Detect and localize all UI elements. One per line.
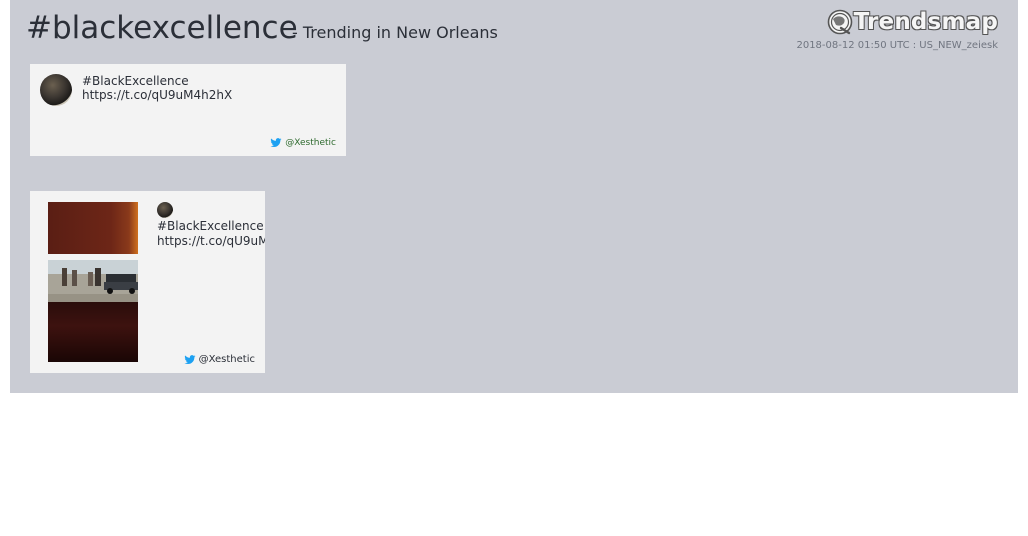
tweet-link[interactable]: https://t.co/qU9uM4h2hX (82, 88, 232, 102)
tweet-author[interactable]: @Xesthetic (270, 138, 336, 148)
media-scene-drawing (48, 260, 138, 302)
tweet-hashtag[interactable]: #BlackExcellence (157, 219, 265, 234)
tweet-link[interactable]: https://t.co/qU9uM4h2hX (157, 234, 265, 249)
tweet-hashtag[interactable]: #BlackExcellence (82, 74, 232, 88)
tweet-text: #BlackExcellence https://t.co/qU9uM4h2hX (82, 74, 232, 102)
media-frame-scene (48, 260, 138, 302)
trendsmap-logo[interactable]: Trendsmap (827, 7, 998, 37)
tweet-author[interactable]: @Xesthetic (184, 354, 255, 365)
tweet-card-media[interactable]: #BlackExcellence https://t.co/qU9uM4h2hX… (30, 191, 265, 373)
timestamp: 2018-08-12 01:50 UTC : US_NEW_zeiesk (796, 40, 998, 51)
author-handle: @Xesthetic (285, 138, 336, 148)
avatar[interactable] (157, 202, 173, 218)
tweet-media-thumbnail[interactable] (48, 202, 138, 362)
trendsmap-globe-icon (827, 9, 852, 35)
author-handle: @Xesthetic (198, 354, 255, 365)
media-frame-top (48, 202, 138, 254)
logo-text: Trendsmap (853, 9, 998, 35)
media-frame-bottom (48, 302, 138, 362)
avatar[interactable] (40, 74, 72, 106)
page-title[interactable]: #blackexcellence (26, 8, 298, 48)
tweet-card[interactable]: #BlackExcellence https://t.co/qU9uM4h2hX… (30, 64, 346, 156)
twitter-bird-icon (270, 138, 282, 148)
page-subtitle: - Trending in New Orleans (292, 23, 498, 42)
tweet-text: #BlackExcellence https://t.co/qU9uM4h2hX (157, 219, 265, 249)
trend-panel: #blackexcellence - Trending in New Orlea… (10, 0, 1018, 393)
twitter-bird-icon (184, 354, 196, 364)
